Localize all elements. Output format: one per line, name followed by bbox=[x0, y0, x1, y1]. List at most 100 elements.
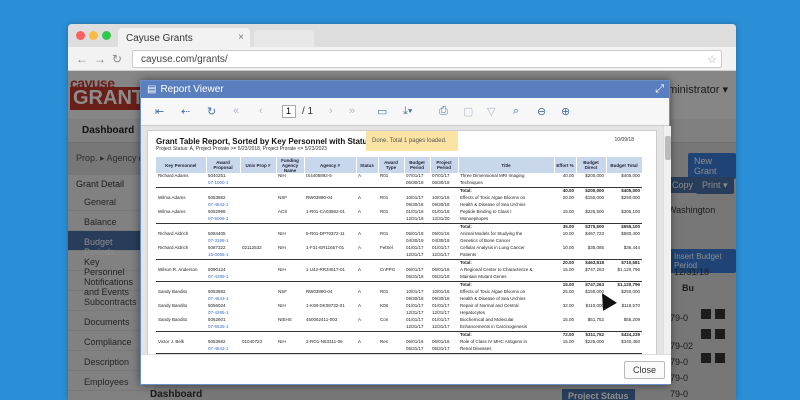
table-cell[interactable]: 07-4643-1 bbox=[206, 346, 240, 353]
table-cell bbox=[240, 231, 276, 238]
close-window-icon[interactable] bbox=[76, 31, 85, 40]
table-cell bbox=[240, 280, 276, 289]
last-page-icon[interactable]: » bbox=[349, 105, 355, 117]
table-cell: 06/01/16 bbox=[432, 339, 450, 344]
table-cell bbox=[304, 346, 356, 353]
forward-icon[interactable]: → bbox=[94, 52, 106, 66]
table-cell bbox=[276, 330, 304, 339]
table-cell: 04/30/19 bbox=[406, 238, 424, 243]
search-icon[interactable]: ⌕ bbox=[513, 105, 519, 118]
table-cell: 5053682 bbox=[208, 339, 226, 344]
column-header: Key Personnel bbox=[156, 157, 207, 173]
browser-tab[interactable]: Cayuse Grants × bbox=[118, 28, 250, 47]
table-cell bbox=[304, 252, 356, 259]
report-date: 10/09/18 bbox=[614, 137, 634, 143]
table-cell: 09/30/18 bbox=[406, 202, 424, 207]
table-cell: R01 bbox=[380, 289, 389, 294]
expand-icon[interactable]: ⤢ bbox=[655, 83, 664, 96]
column-header: Project Period bbox=[430, 157, 459, 173]
table-cell bbox=[156, 324, 206, 331]
tab-close-icon[interactable]: × bbox=[238, 32, 244, 43]
table-cell bbox=[554, 238, 576, 245]
table-cell: 05/31/18 bbox=[432, 274, 450, 279]
table-cell: $375,500 bbox=[576, 222, 606, 231]
table-cell[interactable]: 07-3168-1 bbox=[206, 238, 240, 245]
url-input[interactable]: cayuse.com/grants/ ☆ bbox=[132, 50, 722, 68]
table-cell: 06/30/18 bbox=[406, 180, 424, 185]
table-cell: 01/01/18 bbox=[406, 209, 424, 214]
status-message: Done. Total 1 pages loaded. bbox=[366, 131, 458, 151]
table-row: 15-0056-1 12/31/17 12/31/17 Patients bbox=[156, 252, 642, 259]
table-cell bbox=[576, 216, 606, 223]
report-scrollbar[interactable] bbox=[663, 126, 671, 355]
table-cell bbox=[240, 303, 276, 310]
column-header: Univ Prop # bbox=[240, 157, 277, 173]
minimize-window-icon[interactable] bbox=[89, 31, 98, 40]
table-cell: 05/01/16 bbox=[432, 231, 450, 236]
first-page-icon[interactable]: ⇤ bbox=[155, 105, 164, 118]
table-cell: 5087322 bbox=[208, 245, 226, 250]
table-cell: Health & Disease of Sea Urchins bbox=[460, 202, 526, 207]
column-header: Budget Period bbox=[404, 157, 431, 173]
previous-icon[interactable]: ⇠ bbox=[181, 105, 190, 118]
page-icon[interactable]: ▭ bbox=[377, 105, 387, 118]
table-cell bbox=[576, 238, 606, 245]
table-cell: Richard Aldrich bbox=[158, 231, 189, 236]
table-cell: 01/01/17 bbox=[406, 245, 424, 250]
table-cell[interactable]: 07-4299-1 bbox=[206, 274, 240, 281]
maximize-window-icon[interactable] bbox=[102, 31, 111, 40]
table-cell: R01 bbox=[380, 173, 389, 178]
table-cell: K08 bbox=[380, 303, 389, 308]
bookmark-star-icon[interactable]: ☆ bbox=[707, 53, 717, 66]
table-cell[interactable]: 07-1000-1 bbox=[206, 180, 240, 187]
table-cell bbox=[206, 280, 240, 289]
print-icon[interactable]: ⎙ bbox=[439, 105, 448, 118]
table-cell bbox=[276, 202, 304, 209]
table-cell: $340,450 bbox=[621, 339, 640, 344]
table-cell bbox=[276, 252, 304, 259]
table-cell bbox=[156, 216, 206, 223]
table-cell: 15.00 bbox=[562, 317, 574, 322]
table-cell[interactable]: 07-5006-1 bbox=[206, 216, 240, 223]
table-cell bbox=[356, 324, 378, 331]
table-cell: Total: bbox=[458, 222, 554, 231]
refresh-icon[interactable]: ↻ bbox=[207, 105, 216, 118]
export-icon[interactable]: ⤓▾ bbox=[403, 105, 412, 118]
filter-icon[interactable]: ▽ bbox=[487, 105, 495, 118]
table-row: Richard Adams 5040251 NIH IS4405892-5 A R01 07… bbox=[156, 173, 642, 180]
table-header-row: Key Personnel Award Proposal Univ Prop # Fu… bbox=[156, 157, 643, 173]
table-cell bbox=[356, 296, 378, 303]
new-tab-button[interactable] bbox=[254, 30, 314, 47]
table-cell: $424,239 bbox=[606, 330, 642, 339]
report-canvas[interactable]: Grant Table Report, Sorted by Key Person… bbox=[141, 126, 671, 355]
page-number-input[interactable]: 1 bbox=[282, 105, 296, 118]
table-cell bbox=[430, 258, 458, 267]
scrollbar-thumb[interactable] bbox=[665, 136, 671, 160]
table-cell[interactable]: 07-5535-1 bbox=[206, 324, 240, 331]
total-row: Total: 72.00 $311,752 $424,239 bbox=[156, 330, 642, 339]
zoom-in-icon[interactable]: ⊕ bbox=[561, 105, 570, 118]
next-page-icon[interactable]: › bbox=[329, 105, 333, 117]
table-cell[interactable]: 07-4285-1 bbox=[206, 310, 240, 317]
table-cell bbox=[240, 202, 276, 209]
table-cell[interactable]: 15-0056-1 bbox=[206, 252, 240, 259]
table-row: 07-4643-1 09/30/18 09/30/18 Health & Diseas… bbox=[156, 296, 642, 303]
copy-icon[interactable]: ▢ bbox=[463, 105, 473, 118]
table-cell bbox=[576, 324, 606, 331]
table-cell: $405,000 bbox=[621, 173, 640, 178]
table-cell: 02112532 bbox=[242, 245, 262, 250]
table-cell bbox=[304, 222, 356, 231]
table-cell: Peptide Binding to Class I bbox=[460, 209, 512, 214]
table-cell: $150,000 bbox=[585, 195, 604, 200]
close-button[interactable]: Close bbox=[623, 361, 665, 379]
table-cell: 12/31/18 bbox=[406, 216, 424, 221]
reload-icon[interactable]: ↻ bbox=[112, 52, 122, 66]
first-page-dim-icon[interactable]: « bbox=[233, 105, 239, 117]
back-icon[interactable]: ← bbox=[76, 52, 88, 66]
table-cell bbox=[240, 317, 276, 324]
table-cell[interactable]: 07-4643-1 bbox=[206, 296, 240, 303]
prev-page-icon[interactable]: ‹ bbox=[259, 105, 263, 117]
zoom-out-icon[interactable]: ⊖ bbox=[537, 105, 546, 118]
table-cell: NIH bbox=[278, 245, 286, 250]
table-cell[interactable]: 07-4643-1 bbox=[206, 202, 240, 209]
